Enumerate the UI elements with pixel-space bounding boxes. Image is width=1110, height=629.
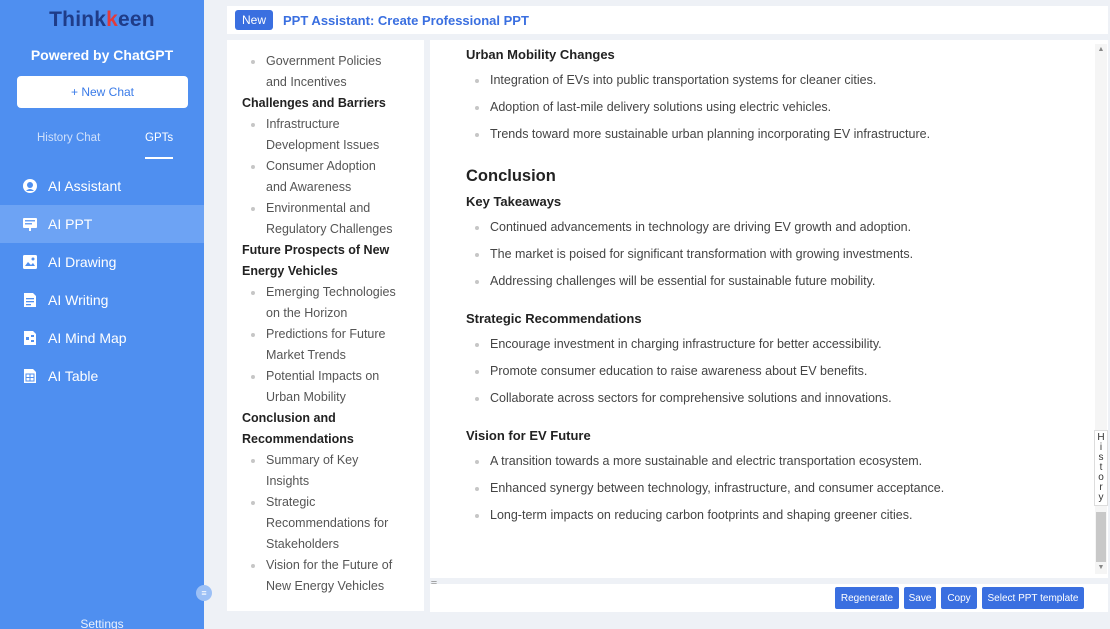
outline-list: Government Policies and Incentives Challen… — [242, 51, 417, 597]
outline-item-continuation: and Incentives — [266, 75, 347, 89]
content-bullet: Adoption of last-mile delivery solutions… — [474, 100, 832, 114]
content-subheading: Key Takeaways — [466, 194, 562, 209]
content-bullet: Collaborate across sectors for comprehen… — [475, 391, 892, 405]
history-tab-letter: y — [1098, 492, 1104, 503]
sidebar-item-label: AI Drawing — [48, 254, 117, 270]
drawing-icon — [22, 254, 38, 270]
action-bar: Regenerate Save Copy Select PPT template — [430, 584, 1108, 612]
sidebar-item-label: AI Writing — [48, 292, 109, 308]
history-tab[interactable]: History — [1094, 430, 1108, 506]
content-bullet: Long-term impacts on reducing carbon foo… — [474, 508, 913, 522]
outline-item: Infrastructure — [242, 114, 417, 135]
outline-item: Consumer Adoption — [242, 156, 417, 177]
page-title: PPT Assistant: Create Professional PPT — [283, 12, 529, 28]
collapse-sidebar-icon[interactable]: ≡ — [196, 585, 212, 601]
content-bullet: A transition towards a more sustainable … — [474, 454, 923, 468]
new-badge: New — [235, 10, 274, 30]
content-subheading: Strategic Recommendations — [466, 311, 642, 326]
sidebar-item-ai-ppt[interactable]: AI PPT — [0, 205, 204, 243]
sidebar-tabs: History Chat GPTs — [0, 132, 204, 160]
logo-text-end: een — [118, 8, 155, 31]
logo-text-start: Think — [49, 8, 107, 31]
content-bullet: Promote consumer education to raise awar… — [474, 364, 868, 378]
content-heading: Conclusion — [466, 167, 556, 185]
sidebar-nav: AI Assistant AI PPT AI Drawing AI Writin… — [0, 167, 204, 395]
outline-section-heading: Recommendations — [242, 432, 354, 446]
outline-item: Emerging Technologies — [242, 282, 417, 303]
sidebar: Thinkkeen Powered by ChatGPT + New Chat … — [0, 0, 204, 629]
content-bullet: The market is poised for significant tra… — [474, 247, 914, 261]
content-bullet: Addressing challenges will be essential … — [474, 274, 876, 288]
outline-item: Vision for the Future of — [242, 555, 417, 576]
sidebar-item-ai-table[interactable]: AI Table — [0, 357, 204, 395]
outline-item-continuation: Development Issues — [266, 138, 380, 152]
content-subheading: Urban Mobility Changes — [466, 47, 615, 62]
page-header: New PPT Assistant: Create Professional P… — [227, 6, 1108, 34]
content-bullet: Enhanced synergy between technology, inf… — [474, 481, 945, 495]
save-button[interactable]: Save — [904, 587, 936, 609]
outline-item-continuation: Recommendations for — [266, 516, 389, 530]
content-subheading: Vision for EV Future — [466, 428, 591, 443]
app-logo: Thinkkeen — [0, 8, 204, 32]
outline-item-continuation: Market Trends — [266, 348, 346, 362]
outline-item-continuation: Insights — [266, 474, 310, 488]
sidebar-item-label: AI Mind Map — [48, 330, 127, 346]
tab-history-chat[interactable]: History Chat — [37, 132, 100, 144]
outline-item-continuation: Urban Mobility — [266, 390, 346, 404]
outline-item: Potential Impacts on — [242, 366, 417, 387]
content-bullet: Integration of EVs into public transport… — [474, 73, 877, 87]
outline-item-continuation: Regulatory Challenges — [266, 222, 393, 236]
ppt-icon — [22, 216, 38, 232]
outline-item: Strategic — [242, 492, 417, 513]
scroll-up-icon[interactable]: ▲ — [1095, 44, 1107, 56]
tab-gpts[interactable]: GPTs — [145, 132, 174, 159]
outline-section-heading: Energy Vehicles — [242, 264, 338, 278]
content-bullet: Continued advancements in technology are… — [474, 220, 912, 234]
outline-item-continuation: on the Horizon — [266, 306, 348, 320]
outline-item: Environmental and — [242, 198, 417, 219]
outline-item-continuation: and Awareness — [266, 180, 352, 194]
scrollbar-thumb[interactable] — [1096, 512, 1106, 562]
new-chat-button[interactable]: + New Chat — [17, 76, 188, 108]
outline-section-heading: Future Prospects of New — [242, 243, 390, 257]
ppt-content-panel[interactable]: Urban Mobility Changes Integration of EVs… — [430, 40, 1108, 578]
outline-section-heading: Challenges and Barriers — [242, 96, 386, 110]
logo-text-k: k — [106, 8, 119, 31]
settings-link[interactable]: Settings — [0, 617, 204, 629]
sidebar-item-ai-writing[interactable]: AI Writing — [0, 281, 204, 319]
copy-button[interactable]: Copy — [941, 587, 977, 609]
sidebar-item-label: AI PPT — [48, 216, 93, 232]
outline-item: Summary of Key — [242, 450, 417, 471]
sidebar-item-ai-mind-map[interactable]: AI Mind Map — [0, 319, 204, 357]
sidebar-item-ai-drawing[interactable]: AI Drawing — [0, 243, 204, 281]
regenerate-button[interactable]: Regenerate — [835, 587, 899, 609]
assistant-icon — [22, 178, 38, 194]
select-ppt-template-button[interactable]: Select PPT template — [982, 587, 1084, 609]
powered-by-label: Powered by ChatGPT — [30, 47, 174, 63]
outline-item: Predictions for Future — [242, 324, 417, 345]
sidebar-item-label: AI Table — [48, 368, 99, 384]
sidebar-item-ai-assistant[interactable]: AI Assistant — [0, 167, 204, 205]
content-bullet: Trends toward more sustainable urban pla… — [474, 127, 931, 141]
scroll-down-icon[interactable]: ▼ — [1095, 562, 1107, 574]
outline-panel[interactable]: Government Policies and Incentives Challen… — [227, 40, 424, 611]
sidebar-item-label: AI Assistant — [48, 178, 122, 194]
outline-item-continuation: New Energy Vehicles — [266, 579, 385, 593]
outline-item-continuation: Stakeholders — [266, 537, 339, 551]
content-bullet: Encourage investment in charging infrast… — [475, 337, 882, 351]
writing-icon — [22, 292, 38, 308]
outline-item: Government Policies — [242, 51, 417, 72]
mindmap-icon — [22, 330, 38, 346]
outline-section-heading: Conclusion and — [242, 411, 336, 425]
table-icon — [22, 368, 38, 384]
